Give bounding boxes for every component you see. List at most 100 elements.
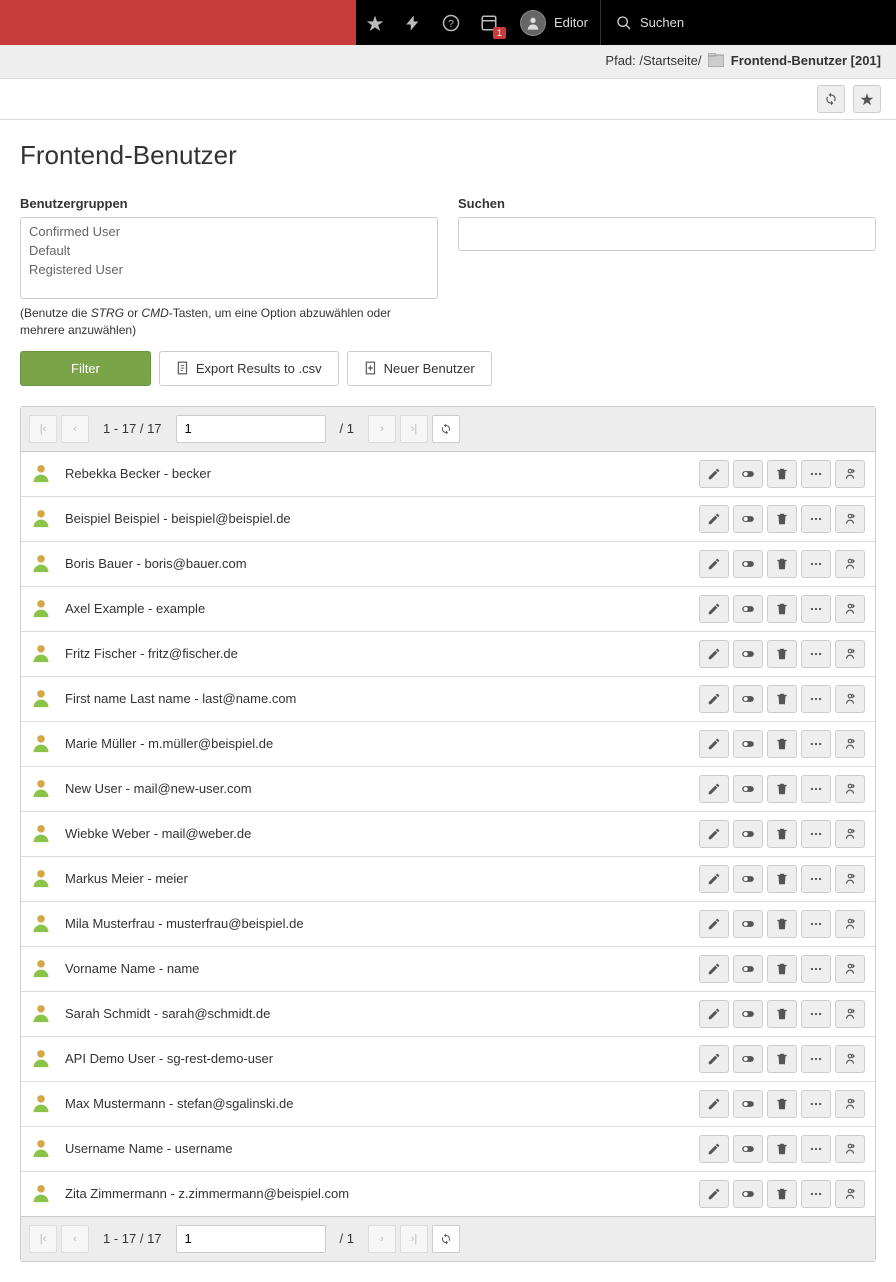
switch-user-button[interactable] (835, 1045, 865, 1073)
switch-user-button[interactable] (835, 595, 865, 623)
delete-button[interactable] (767, 820, 797, 848)
toggle-button[interactable] (733, 1090, 763, 1118)
edit-button[interactable] (699, 1135, 729, 1163)
switch-user-button[interactable] (835, 640, 865, 668)
edit-button[interactable] (699, 775, 729, 803)
star-icon[interactable] (356, 0, 394, 45)
toggle-button[interactable] (733, 685, 763, 713)
edit-button[interactable] (699, 550, 729, 578)
edit-button[interactable] (699, 1045, 729, 1073)
toggle-button[interactable] (733, 955, 763, 983)
toggle-button[interactable] (733, 595, 763, 623)
toggle-button[interactable] (733, 1000, 763, 1028)
delete-button[interactable] (767, 595, 797, 623)
help-icon[interactable]: ? (432, 0, 470, 45)
more-button[interactable] (801, 505, 831, 533)
delete-button[interactable] (767, 1000, 797, 1028)
first-page-button[interactable]: |‹ (29, 1225, 57, 1253)
prev-page-button[interactable]: ‹ (61, 415, 89, 443)
edit-button[interactable] (699, 865, 729, 893)
delete-button[interactable] (767, 550, 797, 578)
user-label[interactable]: Sarah Schmidt - sarah@schmidt.de (65, 1006, 699, 1021)
breadcrumb-start[interactable]: /Startseite/ (639, 53, 701, 68)
switch-user-button[interactable] (835, 955, 865, 983)
delete-button[interactable] (767, 1135, 797, 1163)
more-button[interactable] (801, 1045, 831, 1073)
notifications-icon[interactable]: 1 (470, 0, 508, 45)
page-input[interactable] (176, 415, 326, 443)
new-user-button[interactable]: Neuer Benutzer (347, 351, 492, 386)
edit-button[interactable] (699, 685, 729, 713)
more-button[interactable] (801, 865, 831, 893)
delete-button[interactable] (767, 775, 797, 803)
user-label[interactable]: New User - mail@new-user.com (65, 781, 699, 796)
delete-button[interactable] (767, 685, 797, 713)
user-label[interactable]: API Demo User - sg-rest-demo-user (65, 1051, 699, 1066)
delete-button[interactable] (767, 1045, 797, 1073)
prev-page-button[interactable]: ‹ (61, 1225, 89, 1253)
switch-user-button[interactable] (835, 865, 865, 893)
more-button[interactable] (801, 1000, 831, 1028)
edit-button[interactable] (699, 1180, 729, 1208)
switch-user-button[interactable] (835, 775, 865, 803)
last-page-button[interactable]: ›| (400, 415, 428, 443)
user-label[interactable]: Vorname Name - name (65, 961, 699, 976)
edit-button[interactable] (699, 730, 729, 758)
more-button[interactable] (801, 955, 831, 983)
groups-select[interactable]: Confirmed UserDefaultRegistered User (20, 217, 438, 299)
reload-button[interactable] (432, 1225, 460, 1253)
toggle-button[interactable] (733, 775, 763, 803)
first-page-button[interactable]: |‹ (29, 415, 57, 443)
user-label[interactable]: Boris Bauer - boris@bauer.com (65, 556, 699, 571)
switch-user-button[interactable] (835, 730, 865, 758)
user-label[interactable]: Zita Zimmermann - z.zimmermann@beispiel.… (65, 1186, 699, 1201)
edit-button[interactable] (699, 505, 729, 533)
user-label[interactable]: First name Last name - last@name.com (65, 691, 699, 706)
edit-button[interactable] (699, 460, 729, 488)
delete-button[interactable] (767, 640, 797, 668)
user-label[interactable]: Username Name - username (65, 1141, 699, 1156)
toggle-button[interactable] (733, 550, 763, 578)
delete-button[interactable] (767, 1180, 797, 1208)
switch-user-button[interactable] (835, 1090, 865, 1118)
edit-button[interactable] (699, 595, 729, 623)
next-page-button[interactable]: › (368, 415, 396, 443)
bolt-icon[interactable] (394, 0, 432, 45)
toggle-button[interactable] (733, 640, 763, 668)
toggle-button[interactable] (733, 820, 763, 848)
group-option[interactable]: Registered User (25, 260, 433, 279)
edit-button[interactable] (699, 910, 729, 938)
toggle-button[interactable] (733, 865, 763, 893)
search-input[interactable] (458, 217, 876, 251)
more-button[interactable] (801, 1090, 831, 1118)
delete-button[interactable] (767, 730, 797, 758)
global-search[interactable]: Suchen (600, 0, 699, 45)
switch-user-button[interactable] (835, 1180, 865, 1208)
toggle-button[interactable] (733, 730, 763, 758)
more-button[interactable] (801, 820, 831, 848)
more-button[interactable] (801, 595, 831, 623)
refresh-button[interactable] (817, 85, 845, 113)
switch-user-button[interactable] (835, 685, 865, 713)
switch-user-button[interactable] (835, 820, 865, 848)
more-button[interactable] (801, 640, 831, 668)
user-label[interactable]: Fritz Fischer - fritz@fischer.de (65, 646, 699, 661)
next-page-button[interactable]: › (368, 1225, 396, 1253)
delete-button[interactable] (767, 910, 797, 938)
delete-button[interactable] (767, 1090, 797, 1118)
toggle-button[interactable] (733, 1135, 763, 1163)
more-button[interactable] (801, 775, 831, 803)
reload-button[interactable] (432, 415, 460, 443)
switch-user-button[interactable] (835, 460, 865, 488)
user-label[interactable]: Rebekka Becker - becker (65, 466, 699, 481)
user-label[interactable]: Wiebke Weber - mail@weber.de (65, 826, 699, 841)
user-label[interactable]: Max Mustermann - stefan@sgalinski.de (65, 1096, 699, 1111)
toggle-button[interactable] (733, 1180, 763, 1208)
user-label[interactable]: Marie Müller - m.müller@beispiel.de (65, 736, 699, 751)
last-page-button[interactable]: ›| (400, 1225, 428, 1253)
user-label[interactable]: Mila Musterfrau - musterfrau@beispiel.de (65, 916, 699, 931)
more-button[interactable] (801, 1135, 831, 1163)
group-option[interactable]: Confirmed User (25, 222, 433, 241)
more-button[interactable] (801, 730, 831, 758)
switch-user-button[interactable] (835, 910, 865, 938)
